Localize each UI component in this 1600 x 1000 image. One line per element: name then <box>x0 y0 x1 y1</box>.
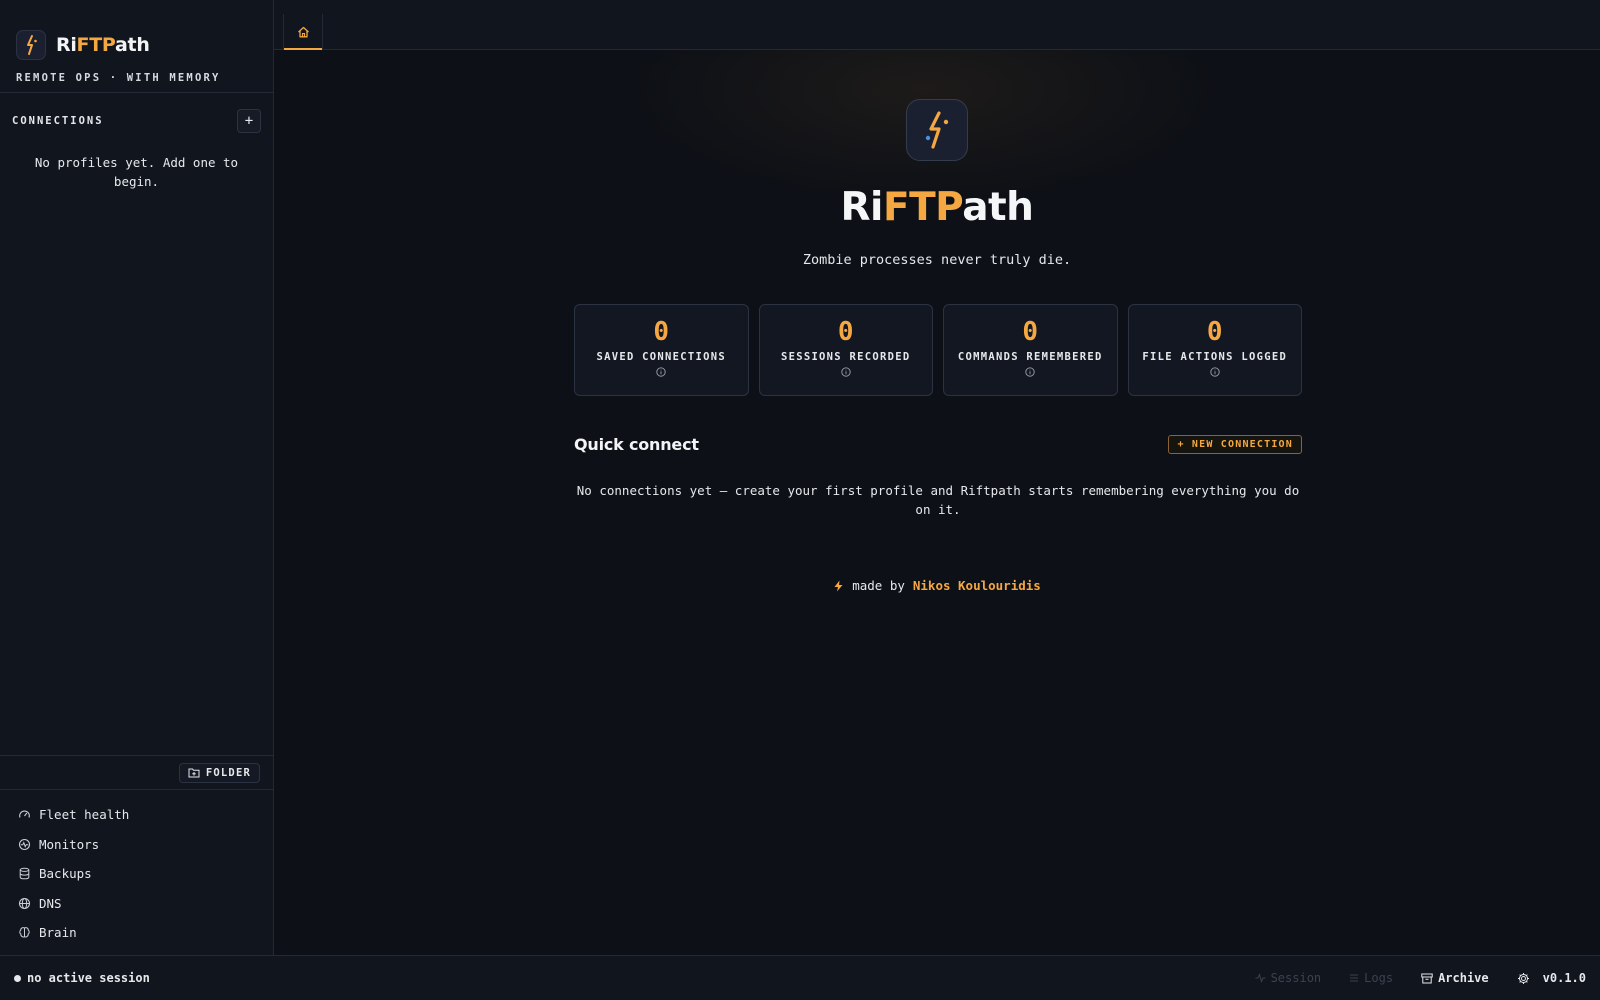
sidebar-item-label: Monitors <box>39 836 100 852</box>
info-icon[interactable] <box>841 367 851 377</box>
version-label: v0.1.0 <box>1542 971 1586 985</box>
stat-card-saved-connections: 0 SAVED CONNECTIONS <box>574 304 749 396</box>
stats-row: 0 SAVED CONNECTIONS 0 SESSIONS RECORDED … <box>574 304 1302 396</box>
bolt-logo-icon <box>906 99 968 161</box>
sidebar: RiFTPath REMOTE OPS · WITH MEMORY CONNEC… <box>0 0 274 955</box>
session-status: no active session <box>14 971 150 985</box>
quick-connect-title: Quick connect <box>574 434 699 454</box>
hero-title: RiFTPath <box>840 185 1034 230</box>
brain-icon <box>19 927 30 938</box>
stat-label: SESSIONS RECORDED <box>780 351 911 363</box>
status-actions: Session Logs Archive v0.1.0 <box>1255 971 1586 985</box>
monitor-icon <box>18 838 31 850</box>
sidebar-item-monitors[interactable]: Monitors <box>0 830 273 860</box>
gear-icon[interactable] <box>1517 972 1530 985</box>
archive-label: Archive <box>1438 971 1489 985</box>
info-icon[interactable] <box>656 367 666 377</box>
folder-button-label: FOLDER <box>205 766 251 779</box>
stat-value: 0 <box>1206 317 1223 347</box>
globe-icon <box>18 897 31 909</box>
status-dot-icon <box>14 974 21 982</box>
empty-profiles-message: No profiles yet. Add one to begin. <box>34 155 239 189</box>
info-icon[interactable] <box>1210 367 1220 377</box>
stat-card-commands-remembered: 0 COMMANDS REMEMBERED <box>943 304 1118 396</box>
logs-label: Logs <box>1364 971 1394 985</box>
made-by-label: made by <box>852 578 905 593</box>
stat-label: FILE ACTIONS LOGGED <box>1142 351 1288 363</box>
session-status-text: no active session <box>27 971 150 985</box>
bolt-icon <box>834 580 843 591</box>
sidebar-item-backups[interactable]: Backups <box>0 859 273 889</box>
connections-header: CONNECTIONS + <box>0 93 273 133</box>
app-name: RiFTPath <box>56 34 150 56</box>
home-icon <box>297 26 309 38</box>
connections-title: CONNECTIONS <box>12 115 104 127</box>
new-connection-button[interactable]: + NEW CONNECTION <box>1168 434 1302 454</box>
brand: RiFTPath REMOTE OPS · WITH MEMORY <box>0 0 273 93</box>
stat-value: 0 <box>1022 317 1039 347</box>
quick-connect-header: Quick connect + NEW CONNECTION <box>574 432 1302 456</box>
database-icon <box>19 867 30 880</box>
version-info: v0.1.0 <box>1517 971 1586 985</box>
session-label: Session <box>1270 971 1322 985</box>
archive-button[interactable]: Archive <box>1421 971 1489 985</box>
quick-connect-empty-message: No connections yet — create your first p… <box>576 483 1300 517</box>
stat-card-file-actions-logged: 0 FILE ACTIONS LOGGED <box>1127 304 1302 396</box>
sidebar-item-label: DNS <box>39 895 62 911</box>
stat-card-sessions-recorded: 0 SESSIONS RECORDED <box>758 304 933 396</box>
sidebar-nav: Fleet health Monitors Backups DNS Brain <box>0 800 273 948</box>
session-button[interactable]: Session <box>1255 971 1322 985</box>
add-folder-button[interactable]: FOLDER <box>178 762 260 783</box>
stat-value: 0 <box>653 317 670 347</box>
sidebar-item-dns[interactable]: DNS <box>0 889 273 919</box>
hero-subtitle: Zombie processes never truly die. <box>802 252 1072 268</box>
sidebar-item-label: Brain <box>39 925 77 941</box>
tab-bar <box>274 0 1600 50</box>
stat-value: 0 <box>837 317 854 347</box>
sidebar-item-label: Backups <box>39 866 92 882</box>
stat-label: COMMANDS REMEMBERED <box>957 351 1103 363</box>
logs-button[interactable]: Logs <box>1349 971 1393 985</box>
gauge-icon <box>19 810 30 818</box>
tab-home[interactable] <box>283 14 323 50</box>
stat-label: SAVED CONNECTIONS <box>596 351 727 363</box>
archive-icon <box>1421 973 1433 983</box>
info-icon[interactable] <box>1025 367 1035 377</box>
app-tagline: REMOTE OPS · WITH MEMORY <box>16 72 221 84</box>
status-bar: no active session Session Logs Archive v… <box>0 955 1600 1000</box>
home-view: RiFTPath Zombie processes never truly di… <box>274 50 1600 955</box>
bolt-logo-icon <box>16 30 46 60</box>
sidebar-item-label: Fleet health <box>39 807 130 823</box>
folder-icon <box>188 768 200 778</box>
sidebar-item-fleet-health[interactable]: Fleet health <box>0 800 273 830</box>
author-link[interactable]: Nikos Koulouridis <box>913 578 1041 593</box>
activity-icon <box>1255 973 1266 983</box>
list-icon <box>1350 974 1359 982</box>
sidebar-item-brain[interactable]: Brain <box>0 918 273 948</box>
made-by-credit: made by Nikos Koulouridis <box>274 578 1600 593</box>
add-connection-button[interactable]: + <box>237 109 261 133</box>
folder-bar: FOLDER <box>0 755 273 790</box>
